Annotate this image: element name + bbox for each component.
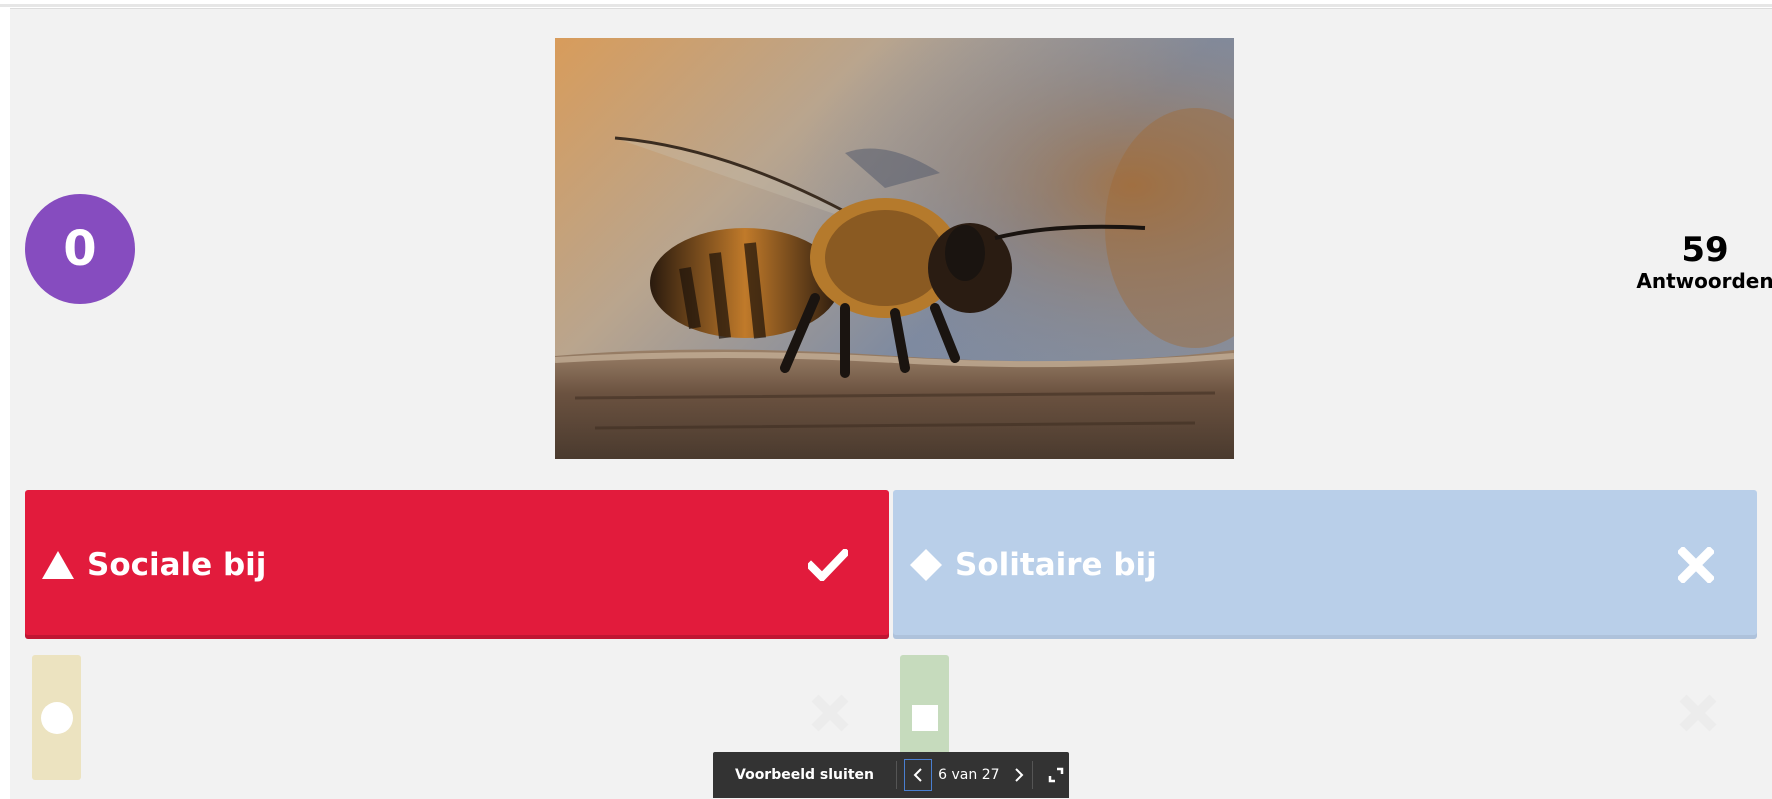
top-divider (0, 4, 1772, 7)
previous-button[interactable] (903, 759, 933, 791)
answer-option-1-label: Sociale bij (87, 546, 267, 583)
divider (895, 761, 897, 789)
page-indicator: 6 van 27 (938, 767, 1000, 783)
timer-badge: 0 (25, 194, 135, 304)
fullscreen-button[interactable] (1043, 760, 1069, 790)
square-icon (911, 704, 938, 731)
bee-photo (555, 38, 1234, 459)
triangle-icon (41, 548, 75, 582)
question-image (555, 38, 1234, 459)
close-preview-button[interactable]: Voorbeeld sluiten (713, 767, 896, 783)
cross-icon (807, 690, 853, 736)
answer-option-3-bar (32, 655, 81, 780)
answer-option-2-label: Solitaire bij (955, 546, 1157, 583)
answer-option-2[interactable]: Solitaire bij (893, 490, 1757, 639)
answers-count-value: 59 (1681, 230, 1729, 270)
cross-icon (1671, 540, 1721, 590)
cross-icon (1675, 690, 1721, 736)
preview-bar: Voorbeeld sluiten 6 van 27 (713, 752, 1069, 798)
checkmark-icon (803, 540, 853, 590)
answers-counter: 59 Antwoorden (1620, 230, 1772, 294)
fullscreen-icon (1048, 767, 1064, 783)
diamond-icon (909, 548, 943, 582)
chevron-left-icon (913, 768, 922, 782)
next-button[interactable] (1006, 760, 1032, 790)
circle-icon (40, 701, 73, 734)
answers-count-label: Antwoorden (1636, 269, 1772, 294)
timer-value: 0 (63, 221, 97, 277)
chevron-right-icon (1014, 768, 1024, 782)
divider (1031, 761, 1033, 789)
answer-option-1[interactable]: Sociale bij (25, 490, 889, 639)
